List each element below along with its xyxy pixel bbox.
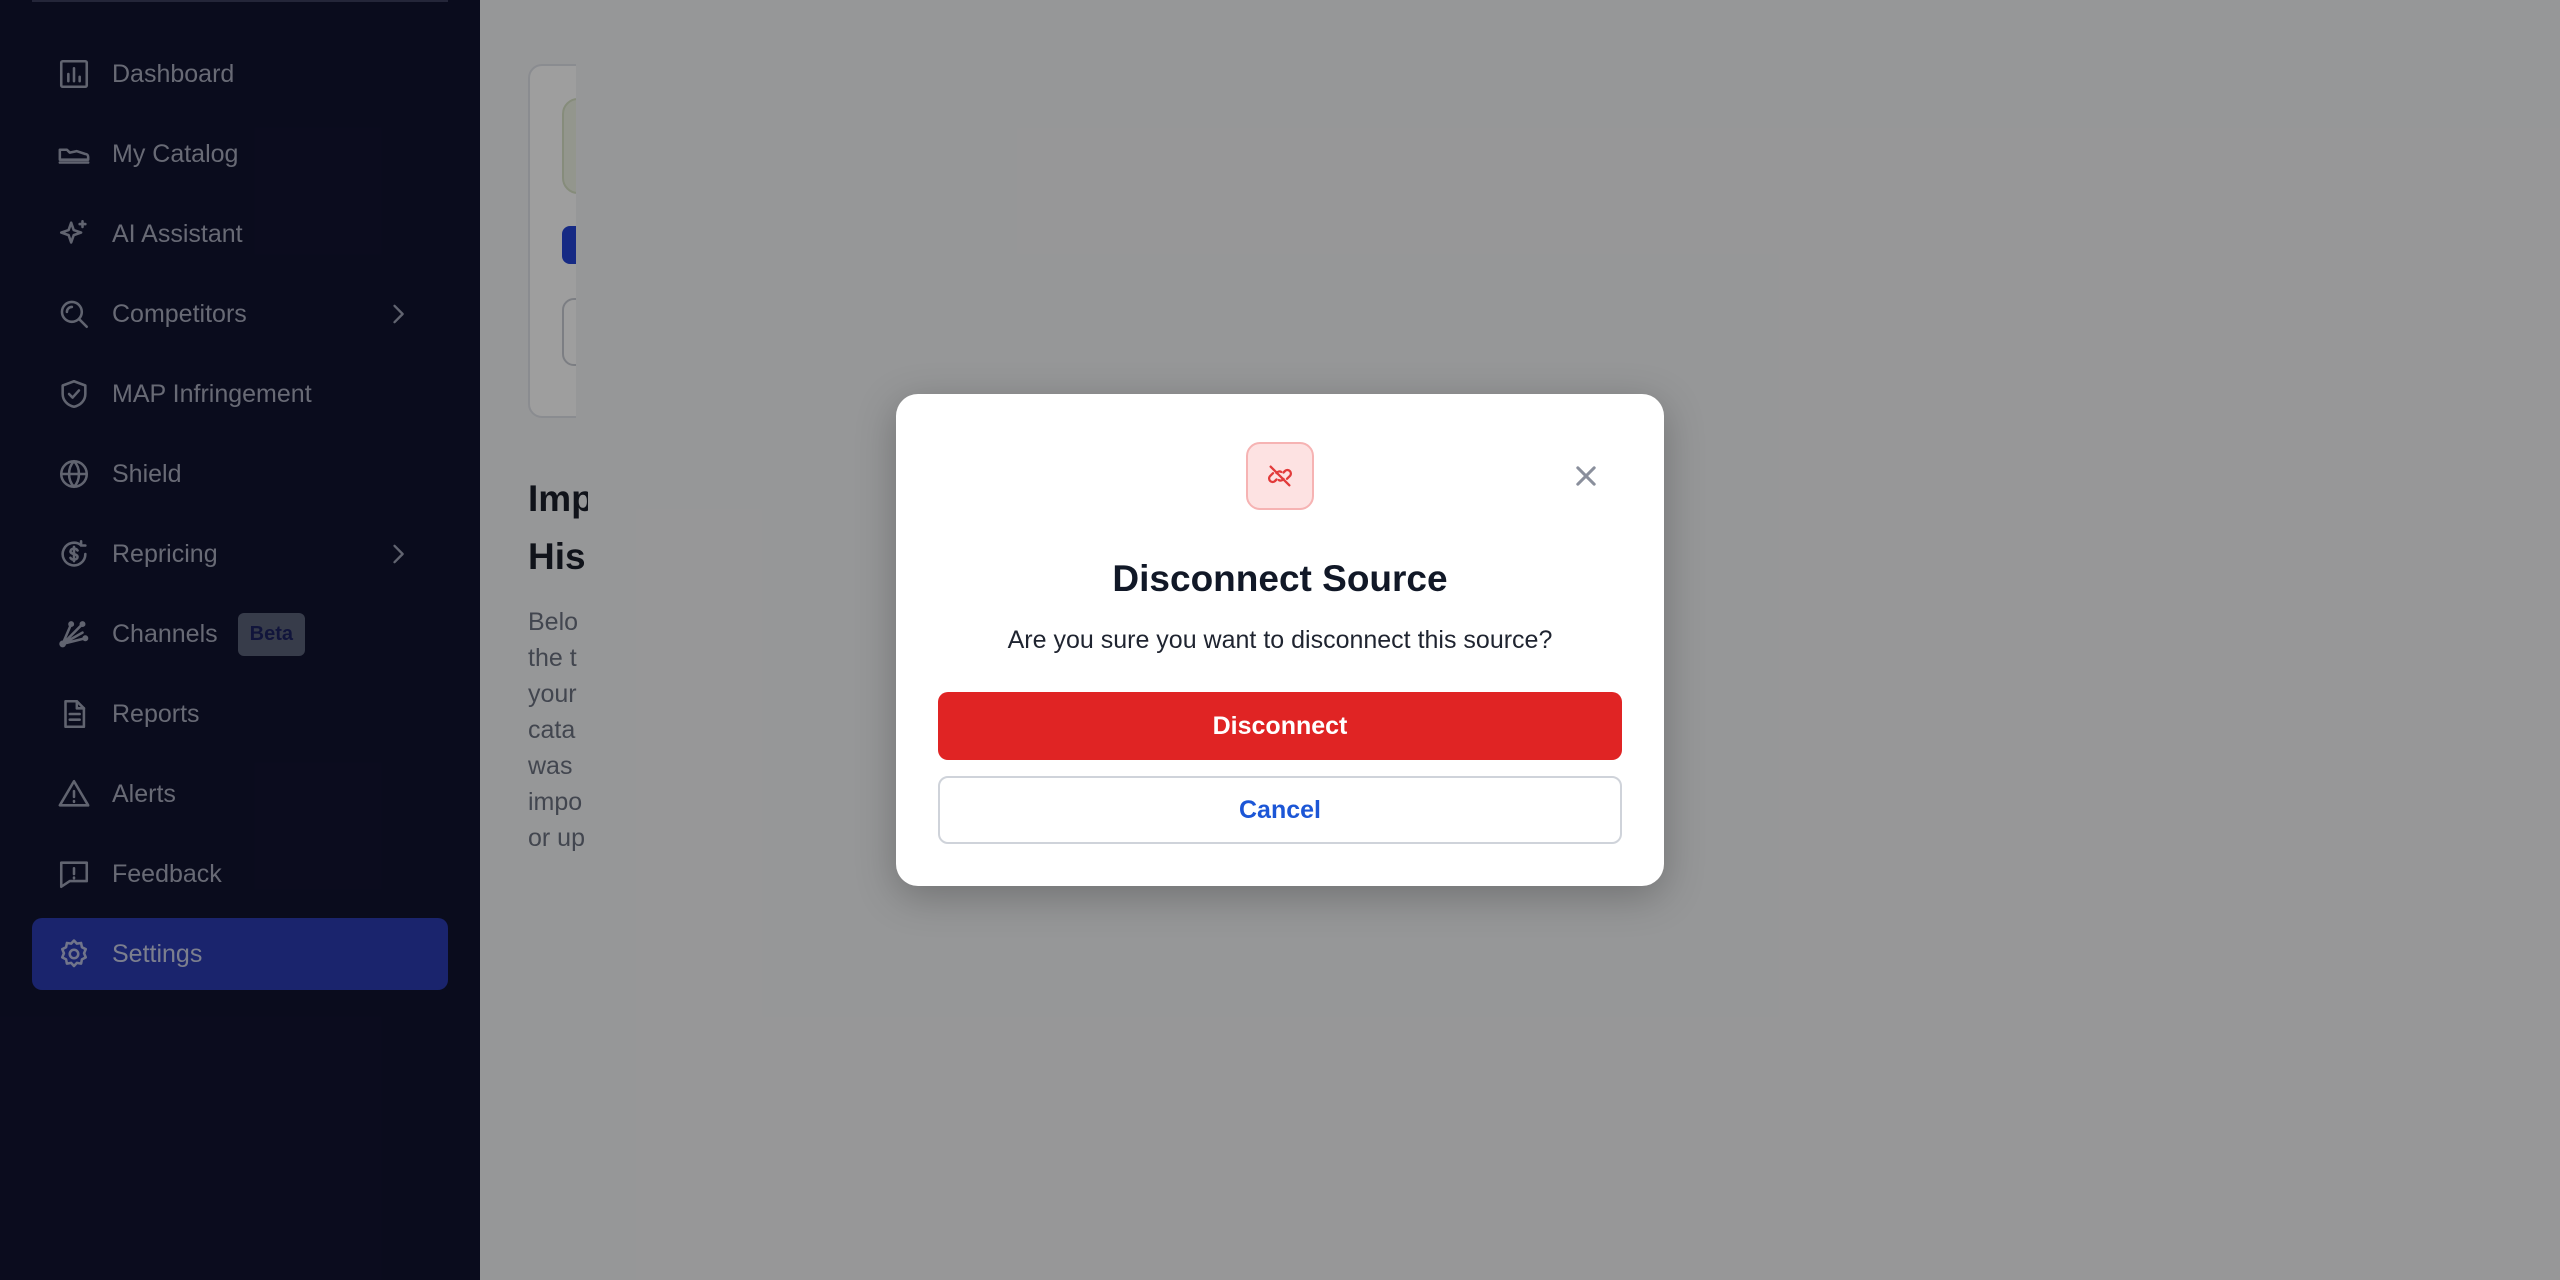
close-icon	[1576, 466, 1596, 486]
disconnect-button[interactable]: Disconnect	[938, 692, 1622, 760]
dialog-title: Disconnect Source	[1112, 558, 1448, 599]
cancel-button[interactable]: Cancel	[938, 776, 1622, 844]
dialog-message: Are you sure you want to disconnect this…	[1007, 626, 1553, 654]
disconnect-source-dialog: Disconnect Source Are you sure you want …	[896, 394, 1664, 886]
unlink-icon	[1246, 442, 1314, 510]
close-button[interactable]	[1564, 454, 1608, 498]
